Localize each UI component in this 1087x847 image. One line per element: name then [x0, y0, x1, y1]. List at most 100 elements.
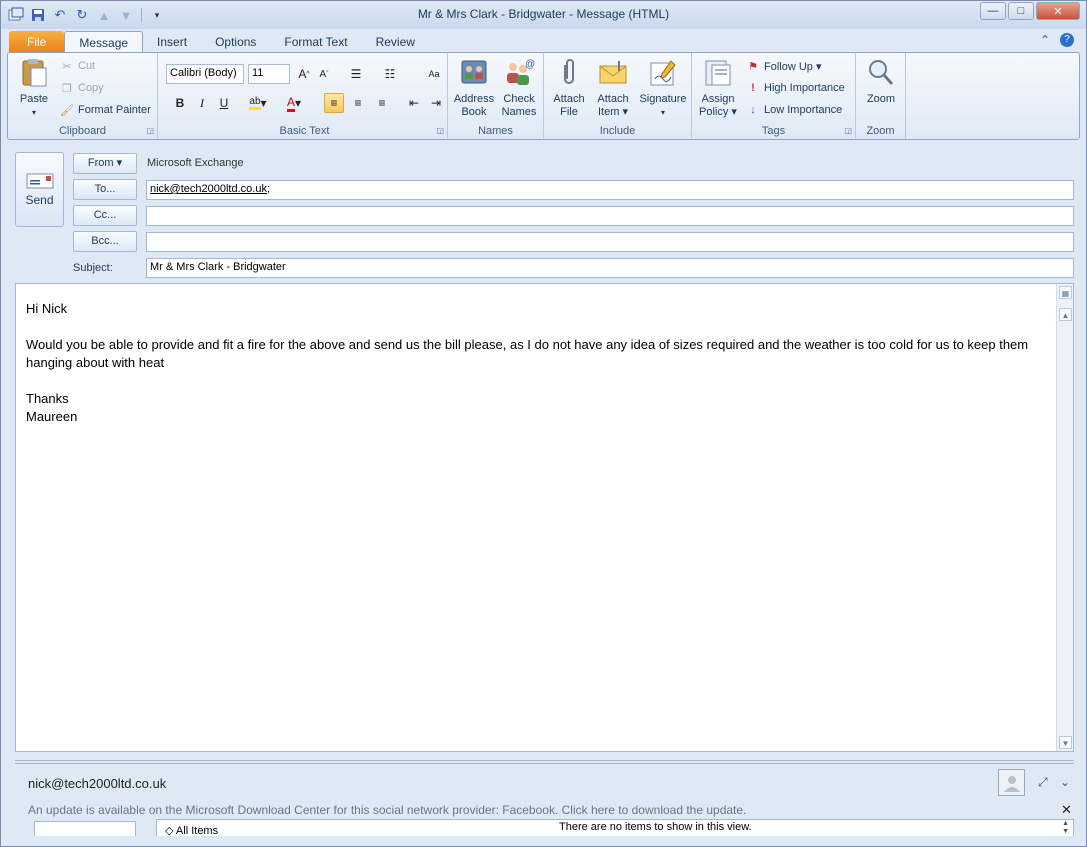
- cut-button[interactable]: ✂ Cut: [60, 59, 95, 73]
- address-book-button[interactable]: Address Book: [452, 57, 496, 119]
- follow-up-button[interactable]: ⚑ Follow Up ▾: [746, 59, 821, 73]
- message-body[interactable]: Hi Nick Would you be able to provide and…: [15, 283, 1074, 752]
- tab-review[interactable]: Review: [362, 31, 429, 53]
- attach-file-button[interactable]: Attach File: [548, 57, 590, 119]
- address-book-icon: [458, 57, 490, 89]
- attach-item-button[interactable]: Attach Item ▾: [592, 57, 634, 119]
- people-pane-splitter[interactable]: [15, 760, 1074, 764]
- low-importance-button[interactable]: ↓ Low Importance: [746, 103, 842, 117]
- from-button[interactable]: From ▾: [73, 153, 137, 174]
- bcc-field[interactable]: [146, 232, 1074, 252]
- to-separator: ;: [266, 183, 271, 195]
- tags-dialog-launcher-icon[interactable]: ◲: [844, 126, 852, 135]
- clipboard-dialog-launcher-icon[interactable]: ◲: [146, 126, 154, 135]
- paste-label: Paste: [19, 93, 49, 105]
- people-pane-photo-slot: [34, 821, 136, 836]
- numbering-icon[interactable]: ☷: [380, 64, 400, 84]
- magnifier-icon: [865, 57, 897, 89]
- align-center-icon[interactable]: ≡: [348, 93, 368, 113]
- tab-file[interactable]: File: [9, 31, 65, 53]
- body-scrollbar[interactable]: ▦ ▲ ▼: [1056, 284, 1073, 751]
- body-paragraph: Would you be able to provide and fit a f…: [26, 337, 1029, 370]
- dismiss-notice-icon[interactable]: ✕: [1061, 802, 1072, 818]
- tab-options[interactable]: Options: [201, 31, 270, 53]
- maximize-button[interactable]: □: [1008, 2, 1034, 20]
- styles-icon[interactable]: Aa: [424, 64, 444, 84]
- people-pane-email: nick@tech2000ltd.co.uk: [28, 776, 167, 791]
- follow-up-label: Follow Up ▾: [764, 60, 822, 73]
- decrease-indent-icon[interactable]: ⇤: [404, 93, 424, 113]
- to-recipient[interactable]: nick@tech2000ltd.co.uk: [150, 183, 267, 195]
- minimize-ribbon-icon[interactable]: ⌃: [1040, 33, 1050, 47]
- zoom-label: Zoom: [866, 93, 896, 105]
- font-size-combo[interactable]: 11: [248, 64, 290, 84]
- svg-text:@: @: [525, 59, 535, 70]
- flag-icon: ⚑: [748, 60, 758, 73]
- bcc-button[interactable]: Bcc...: [73, 231, 137, 252]
- bullets-icon[interactable]: ☰: [346, 64, 366, 84]
- high-importance-button[interactable]: ! High Importance: [746, 81, 845, 95]
- subject-field[interactable]: Mr & Mrs Clark - Bridgwater: [146, 258, 1074, 278]
- italic-button[interactable]: I: [192, 93, 212, 113]
- check-names-label-2: Names: [501, 106, 537, 118]
- assign-policy-label-2: Policy ▾: [699, 106, 737, 118]
- help-icon[interactable]: ?: [1060, 33, 1074, 47]
- attach-item-label-2: Item ▾: [598, 106, 628, 118]
- minimize-button[interactable]: —: [980, 2, 1006, 20]
- cc-button[interactable]: Cc...: [73, 205, 137, 226]
- basic-text-dialog-launcher-icon[interactable]: ◲: [436, 126, 444, 135]
- update-notice[interactable]: An update is available on the Microsoft …: [28, 803, 746, 817]
- scroll-down-icon[interactable]: ▼: [1059, 736, 1072, 749]
- clipboard-group-label: Clipboard: [58, 125, 107, 137]
- to-field[interactable]: nick@tech2000ltd.co.uk;: [146, 180, 1074, 200]
- copy-button[interactable]: ❐ Copy: [60, 81, 104, 95]
- names-group: Address Book @ Check Names Names: [448, 53, 544, 139]
- font-name-combo[interactable]: Calibri (Body): [166, 64, 244, 84]
- expand-people-pane-icon[interactable]: ⤢: [1038, 775, 1048, 790]
- window-controls: — □ ✕: [978, 2, 1080, 20]
- zoom-group-label: Zoom: [866, 125, 895, 137]
- basic-text-group-label: Basic Text: [279, 125, 330, 137]
- align-left-icon[interactable]: ≡: [324, 93, 344, 113]
- body-closing: Thanks: [26, 391, 69, 406]
- window-title: Mr & Mrs Clark - Bridgwater - Message (H…: [417, 7, 670, 21]
- to-button[interactable]: To...: [73, 179, 137, 200]
- cc-field[interactable]: [146, 206, 1074, 226]
- format-painter-button[interactable]: 🖌 Format Painter: [60, 103, 151, 117]
- title-bar: ↶ ↻ ▲ ▼ ▾ Mr & Mrs Clark - Bridgwater - …: [1, 1, 1086, 29]
- all-items-tab[interactable]: ◇ All Items: [165, 824, 218, 837]
- format-painter-label: Format Painter: [78, 104, 151, 116]
- scroll-up-icon[interactable]: ▲: [1059, 308, 1072, 321]
- underline-button[interactable]: U: [214, 93, 234, 113]
- grow-font-icon[interactable]: A ^: [294, 64, 314, 84]
- signature-button[interactable]: Signature ▾: [636, 57, 690, 119]
- paste-dropdown-icon[interactable]: ▾: [14, 106, 54, 119]
- tab-format-text[interactable]: Format Text: [270, 31, 361, 53]
- all-items-label: All Items: [175, 825, 219, 837]
- shrink-font-icon[interactable]: Aˇ: [314, 64, 334, 84]
- ruler-toggle-icon[interactable]: ▦: [1059, 286, 1072, 299]
- items-spinner-icon[interactable]: ▲ ▼: [1062, 820, 1069, 836]
- paste-button[interactable]: Paste ▾: [14, 57, 54, 119]
- increase-indent-icon[interactable]: ⇥: [426, 93, 446, 113]
- check-names-button[interactable]: @ Check Names: [498, 57, 540, 119]
- align-right-icon[interactable]: ≡: [372, 93, 392, 113]
- send-button[interactable]: Send: [15, 152, 64, 227]
- collapse-people-pane-icon[interactable]: ⌄: [1060, 775, 1070, 789]
- highlight-icon[interactable]: ab ▾: [244, 93, 272, 113]
- copy-label: Copy: [78, 82, 104, 94]
- assign-policy-button[interactable]: Assign Policy ▾: [696, 57, 740, 119]
- close-button[interactable]: ✕: [1036, 2, 1080, 20]
- address-book-label-2: Book: [461, 106, 487, 118]
- bold-button[interactable]: B: [170, 93, 190, 113]
- avatar[interactable]: [998, 769, 1025, 796]
- tab-insert[interactable]: Insert: [143, 31, 201, 53]
- ribbon-tabs: File Message Insert Options Format Text …: [9, 30, 429, 53]
- zoom-button[interactable]: Zoom: [860, 57, 902, 106]
- font-color-icon[interactable]: A ▾: [280, 93, 308, 113]
- check-names-icon: @: [503, 57, 535, 89]
- body-signature: Maureen: [26, 409, 78, 424]
- tab-message[interactable]: Message: [64, 31, 144, 53]
- low-importance-label: Low Importance: [764, 104, 843, 116]
- from-value: Microsoft Exchange: [147, 157, 244, 169]
